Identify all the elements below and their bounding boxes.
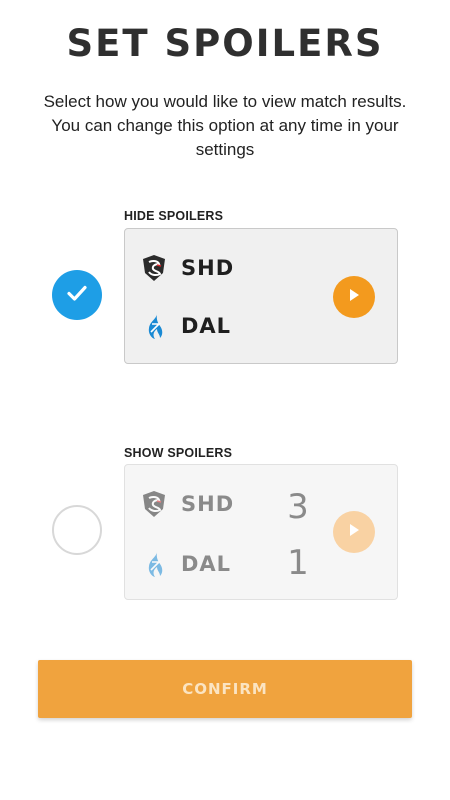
team-abbr: SHD xyxy=(181,492,235,516)
flame-logo-icon xyxy=(141,311,167,341)
page-title: SET SPOILERS xyxy=(66,22,384,65)
play-button[interactable] xyxy=(333,276,375,318)
team-abbr: DAL xyxy=(181,552,232,576)
team-abbr: DAL xyxy=(181,314,232,338)
show-spoilers-card[interactable]: SHD 3 DAL 1 xyxy=(124,464,398,600)
show-spoilers-label: SHOW SPOILERS xyxy=(124,446,233,460)
team-row-dal: DAL xyxy=(141,549,231,579)
team-row-dal: DAL xyxy=(141,311,231,341)
score-dal: 1 xyxy=(287,543,309,583)
page-subtitle: Select how you would like to view match … xyxy=(43,92,407,159)
play-button[interactable] xyxy=(333,511,375,553)
hide-spoilers-label: HIDE SPOILERS xyxy=(124,209,224,223)
flame-logo-icon xyxy=(141,549,167,579)
team-row-shd: SHD xyxy=(141,489,234,519)
team-abbr: SHD xyxy=(181,256,235,280)
confirm-button[interactable]: CONFIRM xyxy=(38,660,412,718)
show-spoilers-radio[interactable] xyxy=(52,505,102,555)
hide-spoilers-card[interactable]: SHD DAL xyxy=(124,228,398,364)
play-icon xyxy=(346,287,362,308)
hide-spoilers-radio[interactable] xyxy=(52,270,102,320)
score-shd: 3 xyxy=(287,487,309,527)
dragon-logo-icon xyxy=(141,253,167,283)
play-icon xyxy=(346,522,362,543)
team-row-shd: SHD xyxy=(141,253,234,283)
checkmark-icon xyxy=(64,280,90,311)
dragon-logo-icon xyxy=(141,489,167,519)
